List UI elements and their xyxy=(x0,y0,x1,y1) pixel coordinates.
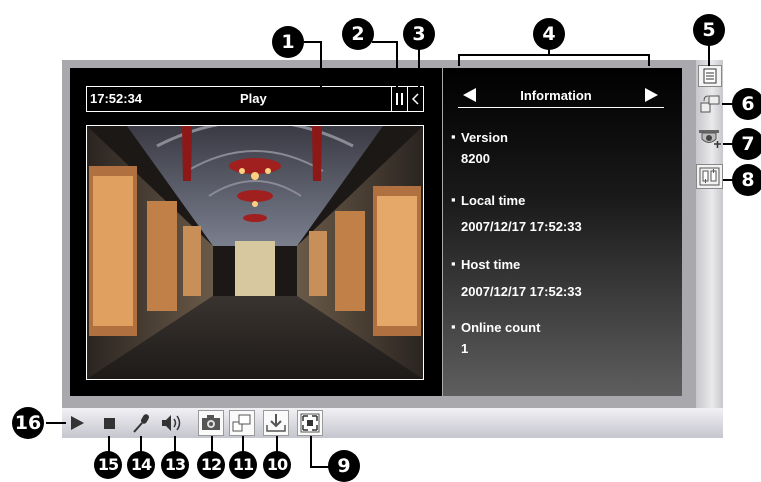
info-host-time-label: Host time xyxy=(461,257,521,272)
info-host-time-value: 2007/12/17 17:52:33 xyxy=(461,284,582,299)
info-next-button[interactable] xyxy=(643,87,659,103)
bullet: ▪ xyxy=(451,319,456,334)
callout-line xyxy=(211,436,213,452)
callout-2: 2 xyxy=(342,18,374,50)
status-time: 17:52:34 xyxy=(90,91,143,106)
info-title-underline xyxy=(458,107,664,108)
callout-line xyxy=(372,41,398,43)
chevron-left-icon xyxy=(411,93,419,105)
microphone-button[interactable] xyxy=(128,410,154,436)
triangle-right-icon xyxy=(645,88,658,102)
callout-line xyxy=(396,41,398,89)
callout-11: 11 xyxy=(229,451,257,479)
fullscreen-icon xyxy=(300,413,320,433)
callout-4: 4 xyxy=(533,18,565,50)
stop-icon xyxy=(104,418,115,429)
info-version-value: 8200 xyxy=(461,151,490,166)
pause-icon xyxy=(396,93,404,105)
speaker-icon xyxy=(162,415,181,431)
microphone-icon xyxy=(133,414,149,433)
callout-line xyxy=(458,54,460,66)
callout-3: 3 xyxy=(403,18,435,50)
info-prev-button[interactable] xyxy=(462,87,478,103)
list-icon xyxy=(703,68,717,84)
callout-14: 14 xyxy=(127,451,155,479)
callout-1: 1 xyxy=(272,26,304,58)
callout-12: 12 xyxy=(197,451,225,479)
callout-6: 6 xyxy=(732,88,761,120)
info-local-time-label: Local time xyxy=(461,193,526,208)
bullet: ▪ xyxy=(451,256,456,271)
callout-13: 13 xyxy=(161,451,189,479)
view-size-icon xyxy=(232,414,251,432)
bullet: ▪ xyxy=(451,192,456,207)
triangle-left-icon xyxy=(463,88,476,102)
info-version-label: Version xyxy=(461,130,508,145)
info-online-count-label: Online count xyxy=(461,320,541,335)
callout-10: 10 xyxy=(263,451,291,479)
callout-9: 9 xyxy=(328,450,360,482)
callout-line xyxy=(320,41,322,89)
pause-button[interactable] xyxy=(392,87,407,111)
play-icon xyxy=(71,416,84,430)
callout-line xyxy=(310,436,312,468)
callout-15: 15 xyxy=(94,451,122,479)
status-state: Play xyxy=(240,91,267,106)
ptz-camera-icon xyxy=(699,130,721,148)
bullet: ▪ xyxy=(451,129,456,144)
callout-line xyxy=(140,436,142,452)
callout-line xyxy=(310,466,330,468)
sidebar-list-button[interactable] xyxy=(698,65,722,87)
callout-line xyxy=(174,436,176,452)
view-size-button[interactable] xyxy=(229,410,255,436)
info-title: Information xyxy=(520,88,592,103)
sidebar-ptz-button[interactable] xyxy=(697,127,723,153)
callout-line xyxy=(418,45,420,89)
callout-8: 8 xyxy=(732,164,761,196)
speaker-button[interactable] xyxy=(158,410,184,436)
snapshot-button[interactable] xyxy=(198,410,224,436)
snapshot-icon xyxy=(202,415,220,430)
collapse-info-button[interactable] xyxy=(408,87,423,111)
callout-7: 7 xyxy=(732,128,761,160)
digital-io-icon xyxy=(699,167,720,186)
callout-line xyxy=(276,436,278,452)
callout-line xyxy=(648,54,650,66)
fullscreen-button[interactable] xyxy=(297,410,323,436)
sidebar-digital-io-button[interactable] xyxy=(696,164,723,189)
download-button[interactable] xyxy=(263,410,289,436)
callout-line xyxy=(108,436,110,452)
video-frame xyxy=(86,125,424,380)
play-button[interactable] xyxy=(66,410,92,436)
info-local-time-value: 2007/12/17 17:52:33 xyxy=(461,219,582,234)
download-icon xyxy=(266,414,286,432)
video-image xyxy=(87,126,423,379)
callout-16: 16 xyxy=(12,407,44,439)
callout-line xyxy=(458,54,650,56)
swap-view-icon xyxy=(700,95,720,113)
callout-5: 5 xyxy=(693,14,725,46)
callout-line xyxy=(242,436,244,452)
callout-line xyxy=(46,422,66,424)
callout-line xyxy=(708,44,710,66)
sidebar-swap-view-button[interactable] xyxy=(698,92,722,116)
stop-button[interactable] xyxy=(96,410,122,436)
info-online-count-value: 1 xyxy=(461,341,469,356)
